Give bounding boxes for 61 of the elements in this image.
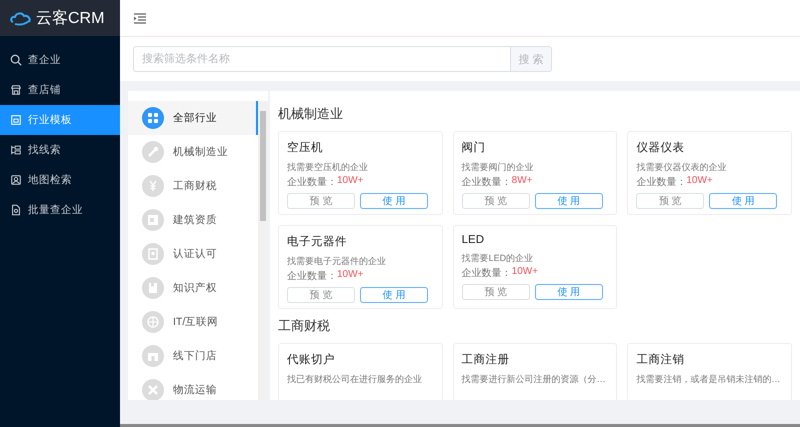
card-description: 找需要仪器仪表的企业 [636, 161, 726, 174]
card-title: 工商注销 [636, 352, 686, 367]
count-value: 8W+ [512, 174, 532, 188]
count-label: 企业数量： [462, 176, 512, 189]
search-icon [10, 54, 22, 66]
preview-button[interactable]: 预 览 [462, 284, 530, 300]
card-description: 找已有财税公司在进行服务的企业 [287, 373, 422, 386]
card-description: 找需要LED的企业 [462, 252, 534, 265]
count-label: 企业数量： [462, 266, 512, 280]
preview-button[interactable]: 预 览 [462, 192, 530, 209]
count-value: 10W+ [337, 268, 364, 282]
card-description: 找需要空压机的企业 [287, 161, 368, 174]
preview-button[interactable]: 预 览 [287, 192, 355, 209]
category-item[interactable]: 工商财税 [128, 169, 258, 203]
sidebar-item[interactable]: 查店铺 [0, 75, 120, 105]
wrench-icon [142, 141, 164, 163]
app-logo-text: 云客CRM [36, 8, 104, 28]
sidebar-item[interactable]: 找线索 [0, 135, 120, 165]
card-title: 阀门 [462, 140, 487, 155]
count-value: 10W+ [512, 266, 538, 279]
sidebar-item[interactable]: 批量查企业 [0, 195, 120, 225]
card-title: 电子元器件 [287, 234, 348, 249]
category-item[interactable]: 线下门店 [128, 339, 258, 373]
cloud-logo-icon [10, 10, 32, 26]
menu-fold-icon[interactable] [134, 12, 146, 24]
card-title: 工商注册 [462, 352, 511, 367]
category-item[interactable]: 建筑资质 [128, 203, 258, 237]
globe-icon [142, 311, 164, 333]
count-label: 企业数量： [287, 270, 337, 283]
grid-icon [142, 107, 164, 129]
category-item[interactable]: 认证认可 [128, 237, 258, 271]
preview-button[interactable]: 预 览 [636, 192, 704, 209]
category-item[interactable]: IT/互联网 [128, 305, 258, 339]
category-item[interactable]: 物流运输 [128, 373, 258, 400]
count-label: 企业数量： [287, 176, 337, 189]
count-value: 10W+ [337, 174, 364, 188]
template-icon [10, 114, 22, 126]
sidebar-item[interactable]: 地图检索 [0, 165, 120, 195]
category-item[interactable]: 机械制造业 [128, 135, 258, 169]
card-description: 找需要阀门的企业 [462, 161, 534, 174]
preview-button[interactable]: 预 览 [287, 286, 355, 303]
scrollbar[interactable] [258, 101, 268, 400]
card-title: 仪器仪表 [636, 140, 686, 155]
card-description: 找需要电子元器件的企业 [287, 255, 386, 268]
count-value: 10W+ [686, 174, 713, 188]
card-description: 找需要进行新公司注册的资源（分… [462, 373, 606, 386]
shop-icon [10, 84, 22, 96]
sidebar-item[interactable]: 查企业 [0, 45, 120, 75]
list-icon [10, 144, 22, 156]
card-description: 找需要注销，或者是吊销未注销的… [636, 373, 780, 386]
search-field[interactable]: 搜索筛选条件名称 [133, 46, 510, 72]
category-item[interactable]: 知识产权 [128, 271, 258, 305]
card-title: 空压机 [287, 140, 324, 155]
document-icon [10, 204, 22, 216]
yen-icon [142, 175, 164, 197]
card-title: LED [462, 234, 486, 246]
category-item[interactable]: 全部行业 [128, 101, 258, 135]
section-title: 机械制造业 [278, 105, 344, 123]
count-label: 企业数量： [636, 176, 686, 189]
section-title: 工商财税 [278, 317, 331, 335]
card-title: 代账切户 [287, 352, 336, 367]
